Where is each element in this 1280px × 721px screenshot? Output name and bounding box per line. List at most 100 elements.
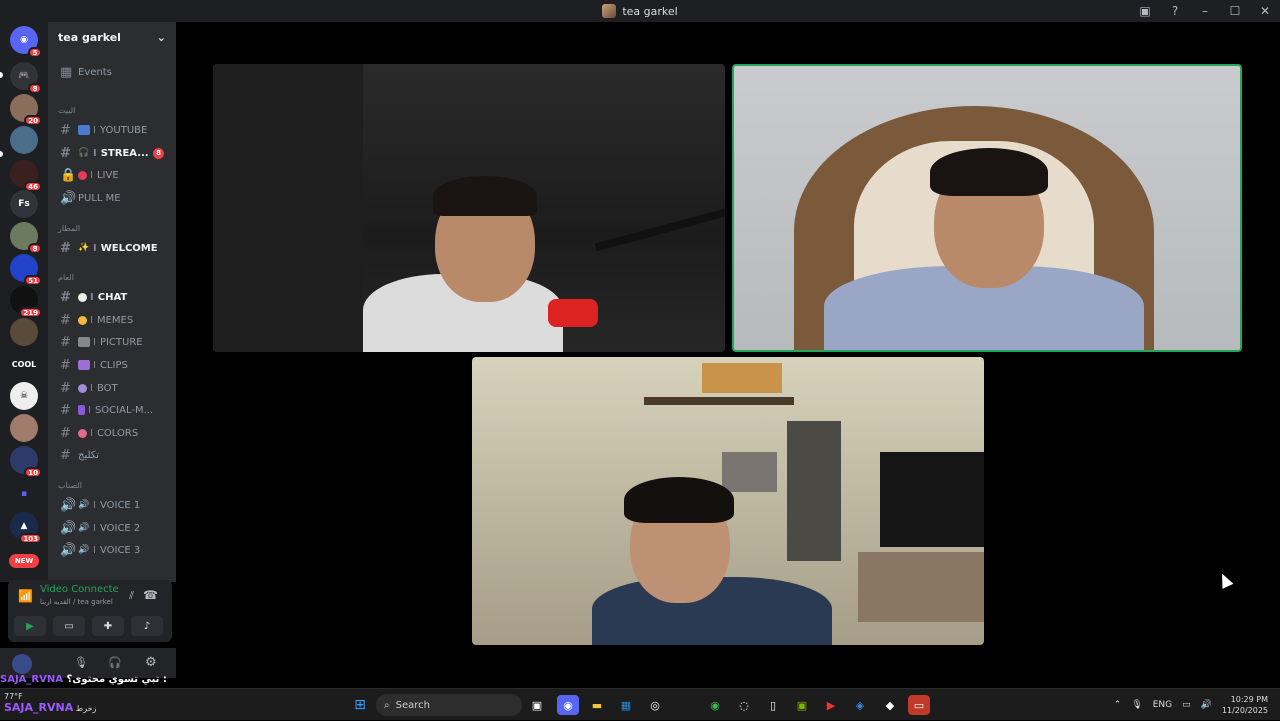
avatar[interactable]: [12, 654, 32, 674]
steam-icon[interactable]: ◎: [644, 695, 666, 715]
app-icon[interactable]: ◆: [879, 695, 901, 715]
close-button[interactable]: ✕: [1250, 0, 1280, 22]
new-badge[interactable]: NEW: [9, 554, 39, 568]
video-tile[interactable]: [472, 357, 984, 645]
camera-button[interactable]: ▶: [14, 616, 46, 636]
channel-live[interactable]: 🔒 I LIVE: [54, 165, 172, 185]
server-icon[interactable]: [10, 414, 38, 442]
hash-icon: #: [60, 402, 71, 418]
server-icon[interactable]: 10: [10, 446, 42, 478]
server-icon[interactable]: 20: [10, 94, 42, 126]
notepad-icon[interactable]: ▯: [762, 695, 784, 715]
speaker-icon: 🔊: [60, 190, 77, 206]
server-icon[interactable]: 🎮 8: [10, 62, 42, 94]
activities-button[interactable]: ✚: [92, 616, 124, 636]
time: 10:29 PM: [1230, 695, 1268, 704]
maximize-button[interactable]: ☐: [1220, 0, 1250, 22]
hash-icon: #: [60, 380, 71, 396]
video-tile-speaking[interactable]: [732, 64, 1242, 352]
date: 11/20/2025: [1221, 706, 1268, 715]
channel-pull-me[interactable]: 🔊 PULL ME: [54, 188, 172, 208]
file-explorer-icon[interactable]: ▬: [586, 695, 608, 715]
disconnect-icon[interactable]: ☎: [143, 588, 158, 602]
channel-youtube[interactable]: # I YOUTUBE: [54, 120, 172, 140]
server-icon[interactable]: 46: [10, 160, 42, 192]
video-stage: [176, 22, 1280, 688]
inbox-icon[interactable]: ▣: [1130, 0, 1160, 22]
minimize-button[interactable]: –: [1190, 0, 1220, 22]
channel-memes[interactable]: # I MEMES: [54, 310, 172, 330]
task-view-icon[interactable]: ▣: [526, 695, 548, 715]
voice-status[interactable]: Video Connecte: [40, 584, 119, 595]
discord-taskbar-icon[interactable]: ◉: [557, 695, 579, 715]
category-label[interactable]: المطار: [58, 224, 80, 233]
server-icon-fs[interactable]: Fs: [10, 190, 38, 218]
server-icon[interactable]: 51: [10, 254, 42, 286]
soundboard-button[interactable]: ♪: [131, 616, 163, 636]
weather-widget[interactable]: 77°F SAJA_RVNA زخرط: [4, 692, 96, 714]
channel-voice-2[interactable]: 🔊 🔊 I VOICE 2: [54, 518, 172, 538]
nvidia-icon[interactable]: ▣: [791, 695, 813, 715]
discord-home-icon[interactable]: ◉ 5: [10, 26, 42, 58]
windows-start-icon[interactable]: ⊞: [349, 695, 371, 715]
server-icon-cool[interactable]: COOL: [10, 350, 38, 378]
folder-icon[interactable]: ▪: [10, 480, 38, 508]
server-icon[interactable]: 8: [10, 222, 42, 254]
category-label[interactable]: العام: [58, 273, 74, 282]
weather-temp: 77°F: [4, 692, 23, 701]
speaker-icon: 🔊: [60, 497, 77, 513]
channel-picture[interactable]: # I PICTURE: [54, 332, 172, 352]
overlay-message: زخرط: [75, 704, 97, 713]
discord-window: tea garkel ▣ ? – ☐ ✕ ◉ 5 🎮 8 20 46 Fs 8 51…: [0, 0, 1280, 688]
server-icon[interactable]: [10, 126, 38, 154]
category-label[interactable]: البيت: [58, 106, 75, 115]
volume-icon[interactable]: 🔊: [1201, 700, 1212, 710]
active-window-icon[interactable]: ▭: [908, 695, 930, 715]
server-icon[interactable]: ▲ 103: [10, 512, 42, 544]
server-icon[interactable]: ☠: [10, 382, 38, 410]
channel-bot[interactable]: # I BOT: [54, 378, 172, 398]
channel-streams[interactable]: # 🎧 I STREA... 8: [54, 143, 172, 163]
microphone-icon[interactable]: 🎙: [74, 656, 88, 669]
obs-icon[interactable]: ◌: [733, 695, 755, 715]
language-indicator[interactable]: ENG: [1153, 700, 1172, 710]
signal-icon[interactable]: 📶: [18, 589, 33, 603]
gear-icon[interactable]: ⚙: [145, 655, 157, 670]
video-tile[interactable]: [213, 64, 725, 352]
monitor-icon[interactable]: ▭: [1182, 700, 1191, 710]
channel-clips[interactable]: # I CLIPS: [54, 355, 172, 375]
overlay-message: تبي تسوي محتوى؟ :: [66, 674, 167, 685]
overlay-username: SAJA_RVNA: [4, 701, 74, 714]
events-item[interactable]: ▦ Events: [54, 62, 172, 82]
media-icon[interactable]: ▶: [820, 695, 842, 715]
server-icon[interactable]: [10, 318, 38, 346]
channel-social[interactable]: # I SOCIAL-M...: [54, 400, 172, 420]
category-label[interactable]: الصناب: [58, 481, 82, 490]
chevron-up-icon[interactable]: ⌃: [1114, 700, 1122, 710]
screen-share-button[interactable]: ▭: [53, 616, 85, 636]
server-header[interactable]: tea garkel ⌄: [48, 22, 176, 52]
clock[interactable]: 10:29 PM 11/20/2025: [1222, 694, 1268, 716]
search-icon: ⌕: [384, 699, 390, 711]
server-avatar-icon: [602, 4, 617, 18]
help-icon[interactable]: ?: [1160, 0, 1190, 22]
channel-voice-1[interactable]: 🔊 🔊 I VOICE 1: [54, 495, 172, 515]
calendar-icon: ▦: [60, 64, 73, 80]
taskbar-search[interactable]: ⌕ Search: [376, 694, 522, 716]
channel-voice-3[interactable]: 🔊 🔊 I VOICE 3: [54, 540, 172, 560]
channel-welcome[interactable]: # ✨ I WELCOME: [54, 238, 172, 258]
noise-suppression-icon[interactable]: ⫽: [129, 589, 134, 603]
app-icon[interactable]: ◈: [849, 695, 871, 715]
channel-colors[interactable]: # I COLORS: [54, 423, 172, 443]
chrome-icon[interactable]: ◉: [704, 695, 726, 715]
voice-channel-label[interactable]: القديه ارينا / tea garkel: [40, 598, 113, 606]
hash-icon: #: [60, 312, 71, 328]
hash-icon: #: [60, 122, 71, 138]
headphones-icon[interactable]: 🎧: [108, 656, 122, 669]
microphone-icon[interactable]: 🎙: [1131, 700, 1142, 710]
channel-arabic[interactable]: # تكليج: [54, 445, 172, 465]
server-icon[interactable]: 219: [10, 286, 42, 318]
hash-icon: #: [60, 334, 71, 350]
store-icon[interactable]: ▦: [615, 695, 637, 715]
channel-chat[interactable]: # I CHAT: [54, 287, 172, 307]
